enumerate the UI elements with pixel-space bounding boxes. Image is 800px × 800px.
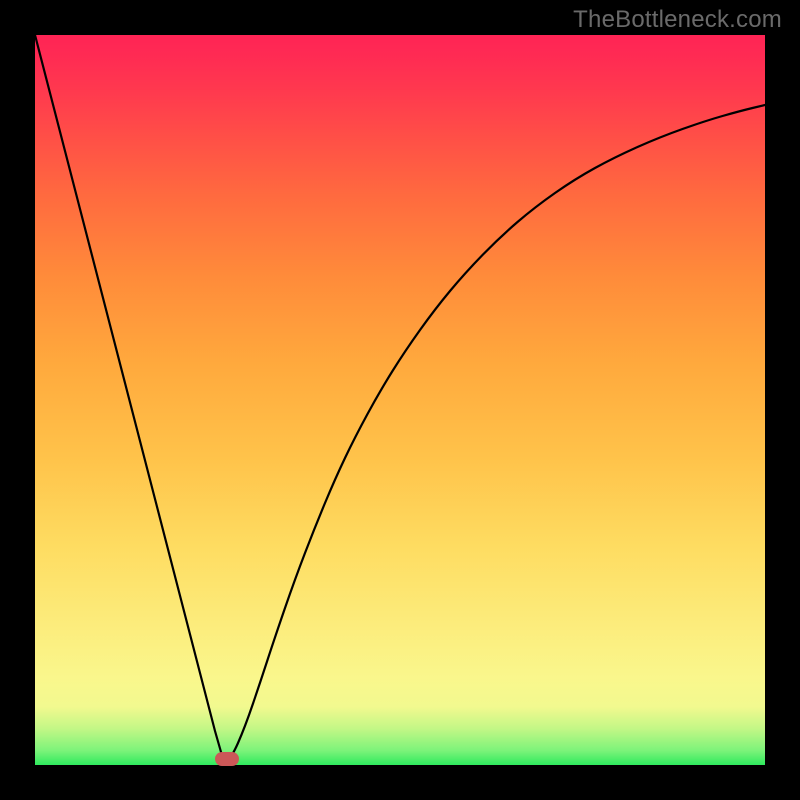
plot-area <box>35 35 765 765</box>
watermark-text: TheBottleneck.com <box>573 6 782 34</box>
optimal-point-marker <box>215 752 239 766</box>
chart-frame: TheBottleneck.com <box>0 0 800 800</box>
bottleneck-curve <box>35 35 765 765</box>
